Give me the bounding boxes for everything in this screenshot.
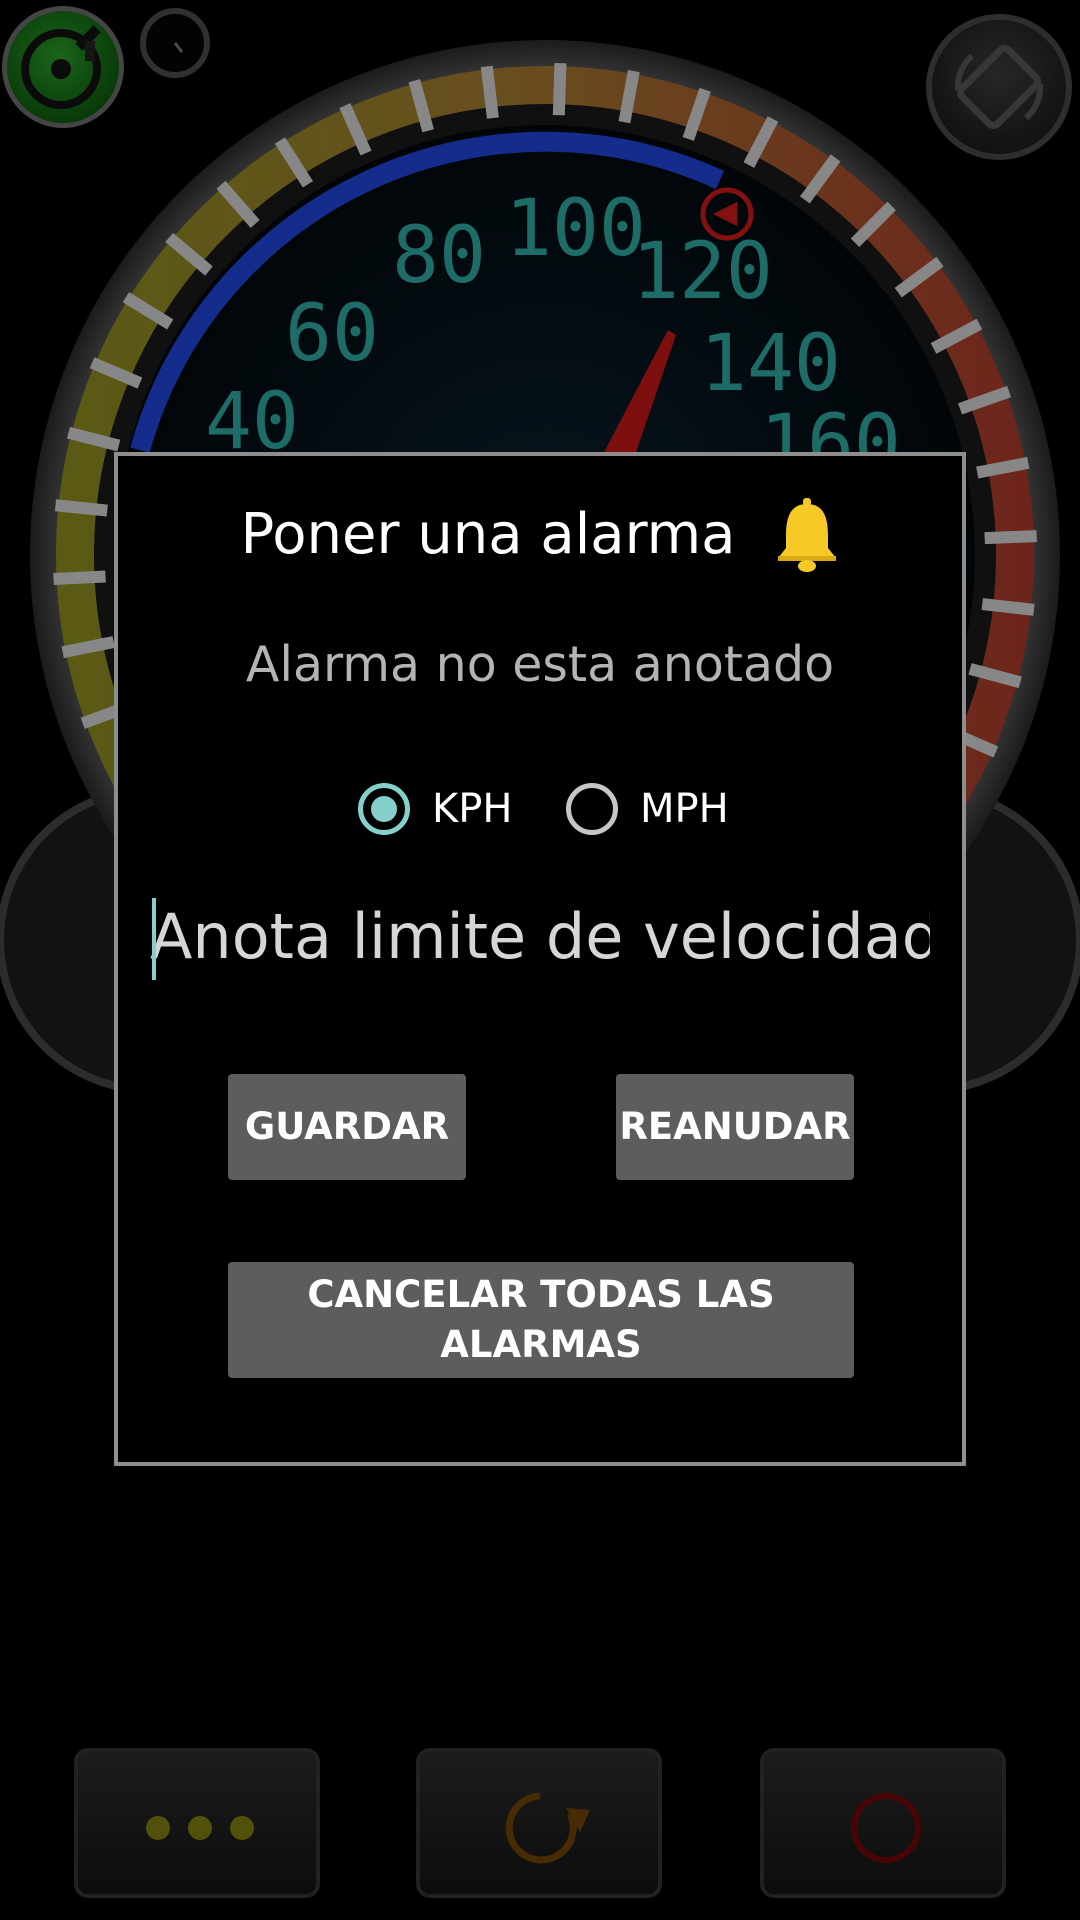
text-cursor xyxy=(152,898,156,980)
dial-label-120: 120 xyxy=(632,227,773,317)
radio-unchecked-icon[interactable] xyxy=(566,783,618,835)
bell-icon xyxy=(777,498,836,572)
dial-tick xyxy=(552,63,567,116)
dialog-title-text: Poner una alarma xyxy=(240,501,736,567)
alarm-dialog: Poner una alarma Alarma no esta anotado … xyxy=(114,452,966,1466)
more-dots-icon xyxy=(146,1816,254,1840)
unit-radio-mph[interactable]: MPH xyxy=(566,774,729,844)
dial-tick xyxy=(54,499,108,517)
unit-radio-group: KPH MPH xyxy=(358,774,778,844)
speed-limit-input[interactable] xyxy=(150,886,930,986)
dial-label-140: 140 xyxy=(700,319,841,409)
dial-tick xyxy=(984,530,1037,545)
satellite-icon xyxy=(21,25,101,109)
dial-label-80: 80 xyxy=(392,211,486,301)
dial-label-60: 60 xyxy=(285,289,379,379)
compass-icon xyxy=(173,42,184,53)
dial-tick xyxy=(480,65,499,119)
reset-icon xyxy=(505,1792,590,1864)
record-icon xyxy=(851,1793,921,1863)
app-screen: 40 60 80 100 120 140 160 Poner una alarm… xyxy=(0,0,1080,1920)
unit-label-kph: KPH xyxy=(432,786,513,832)
dial-tick xyxy=(53,570,106,586)
rotate-screen-icon xyxy=(954,44,1044,130)
unit-label-mph: MPH xyxy=(640,786,729,832)
alarm-status-text: Alarma no esta anotado xyxy=(245,636,835,693)
unit-radio-kph[interactable]: KPH xyxy=(358,774,512,844)
dial-tick xyxy=(981,598,1035,616)
reset-button[interactable] xyxy=(416,1748,662,1898)
radio-checked-icon[interactable] xyxy=(358,783,410,835)
more-options-button[interactable] xyxy=(74,1748,320,1898)
save-button[interactable]: GUARDAR xyxy=(228,1074,466,1180)
compass-button[interactable] xyxy=(140,8,210,78)
gps-satellite-button[interactable] xyxy=(2,6,124,128)
resume-button[interactable]: REANUDAR xyxy=(616,1074,854,1180)
cancel-all-alarms-button[interactable]: CANCELAR TODAS LAS ALARMAS xyxy=(228,1262,854,1378)
dialog-title: Poner una alarma xyxy=(118,494,962,574)
rotate-screen-button[interactable] xyxy=(926,14,1072,160)
record-button[interactable] xyxy=(760,1748,1006,1898)
dial-label-100: 100 xyxy=(505,184,646,274)
